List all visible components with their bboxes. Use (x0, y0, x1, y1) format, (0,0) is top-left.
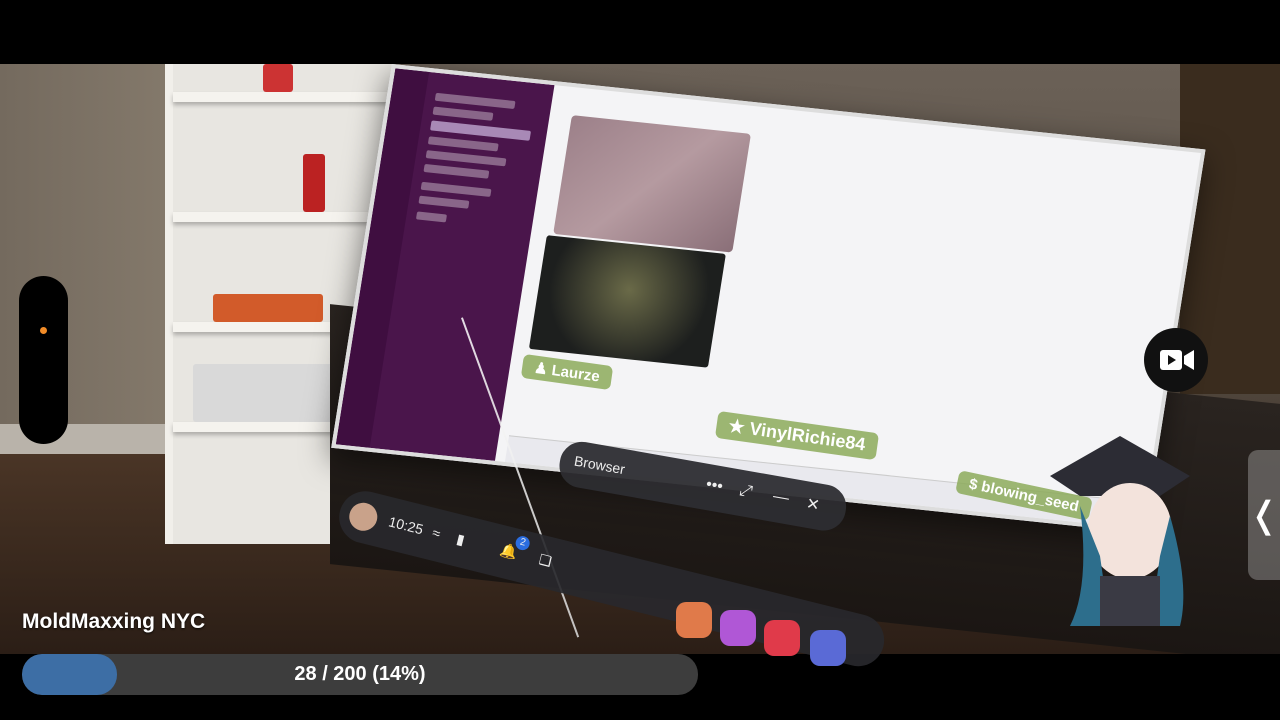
left-side-pill[interactable] (19, 276, 68, 444)
avatar[interactable] (346, 499, 381, 534)
battery-icon: ▮ (454, 530, 467, 548)
minimize-button[interactable]: — (772, 488, 791, 509)
image-thumbnail (528, 235, 726, 368)
wifi-icon: ≈ (430, 524, 443, 542)
goal-progress-bar: 28 / 200 (14%) (22, 654, 698, 695)
app-icon[interactable] (810, 630, 846, 666)
clock: 10:25 (387, 513, 425, 538)
video-camera-button[interactable] (1144, 328, 1208, 392)
vtuber-avatar (1050, 436, 1190, 626)
star-icon: ★ (727, 415, 747, 438)
more-options-button[interactable]: ••• (705, 476, 725, 497)
camera-app-icon[interactable] (764, 620, 800, 656)
stream-title: MoldMaxxing NYC (22, 610, 206, 633)
screen-capture-icon[interactable]: ❏ (537, 551, 553, 571)
video-thumbnail (553, 115, 751, 253)
progress-label: 28 / 200 (14%) (294, 663, 426, 685)
person-icon: ♟ (533, 359, 549, 379)
recording-dot (40, 327, 47, 334)
store-app-icon[interactable] (676, 602, 712, 638)
expand-button[interactable]: ⤢ (738, 482, 754, 502)
close-button[interactable]: ✕ (805, 494, 822, 516)
app-icon[interactable] (720, 610, 756, 646)
side-panel-toggle[interactable]: ❬ (1248, 450, 1280, 580)
video-camera-icon (1160, 350, 1194, 370)
dollar-icon: $ (967, 475, 980, 494)
app-dock (670, 598, 870, 666)
browser-title: Browser (572, 452, 627, 478)
chevron-left-icon: ❬ (1248, 494, 1280, 535)
